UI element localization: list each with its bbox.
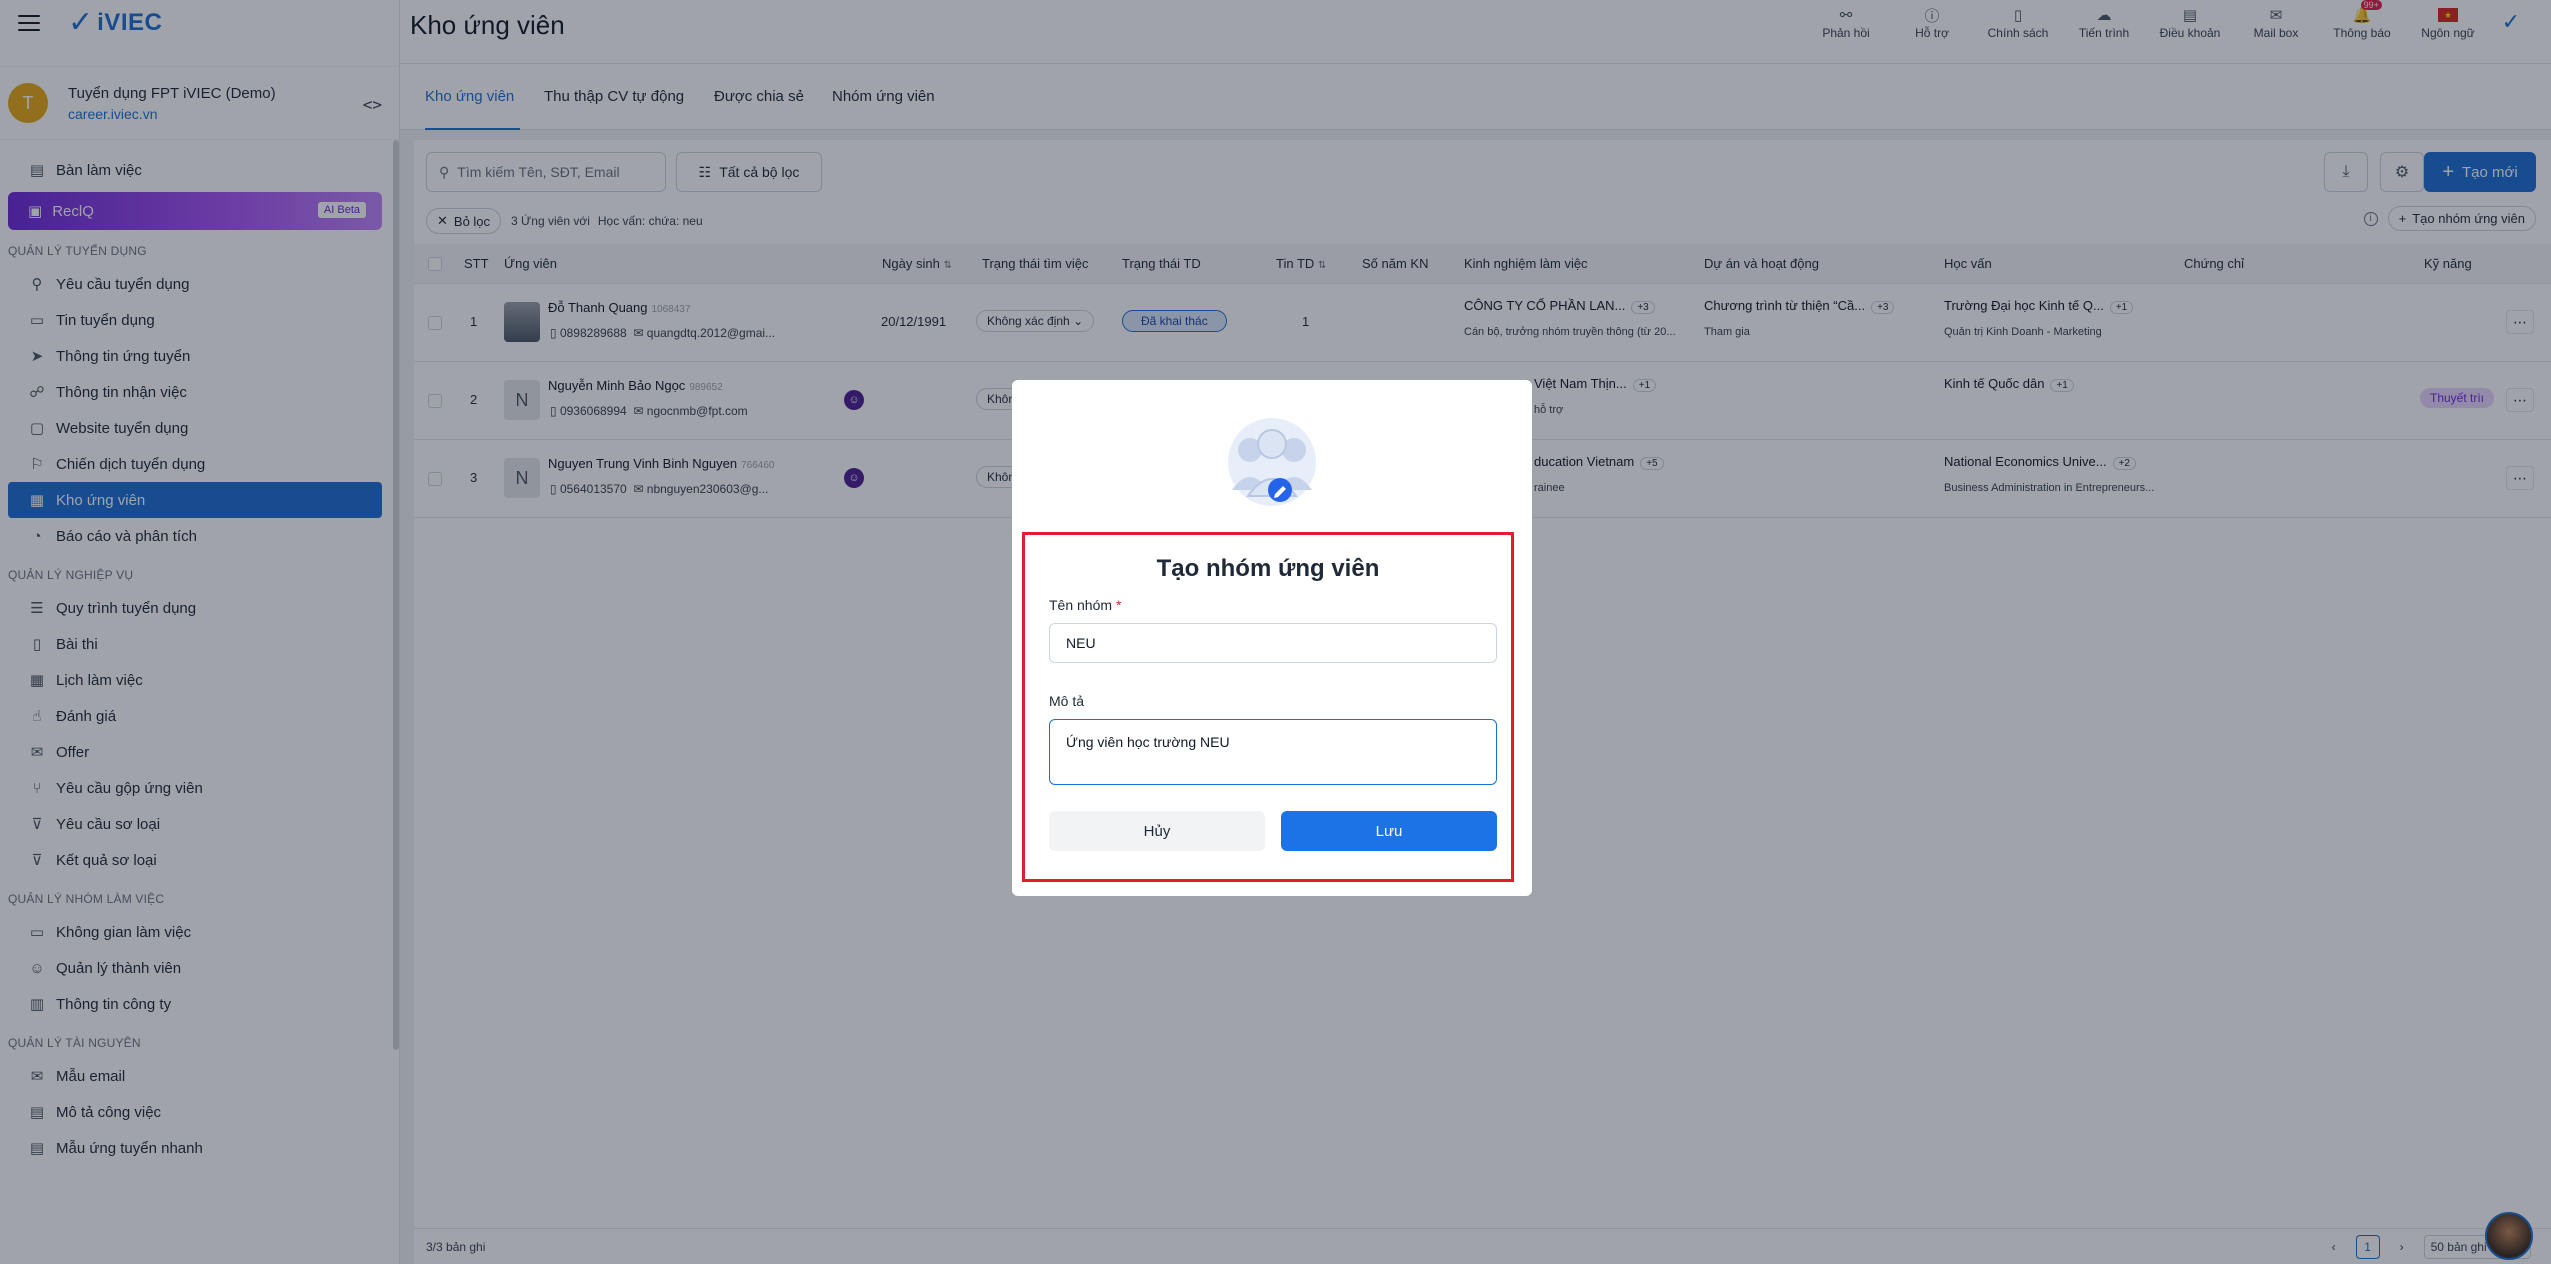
create-group-modal: Tạo nhóm ứng viên Tên nhóm * NEU Mô tả Ứn… — [1012, 380, 1532, 896]
group-name-label: Tên nhóm * — [1049, 597, 1122, 613]
required-marker: * — [1116, 597, 1122, 613]
cancel-button[interactable]: Hủy — [1049, 811, 1265, 851]
description-label: Mô tả — [1049, 693, 1085, 709]
description-textarea[interactable]: Ứng viên học trường NEU — [1049, 719, 1497, 785]
modal-form: Tạo nhóm ứng viên Tên nhóm * NEU Mô tả Ứn… — [1022, 532, 1514, 882]
group-illustration-icon — [1228, 418, 1316, 506]
group-name-input[interactable]: NEU — [1049, 623, 1497, 663]
save-button[interactable]: Lưu — [1281, 811, 1497, 851]
modal-title: Tạo nhóm ứng viên — [1156, 555, 1380, 582]
